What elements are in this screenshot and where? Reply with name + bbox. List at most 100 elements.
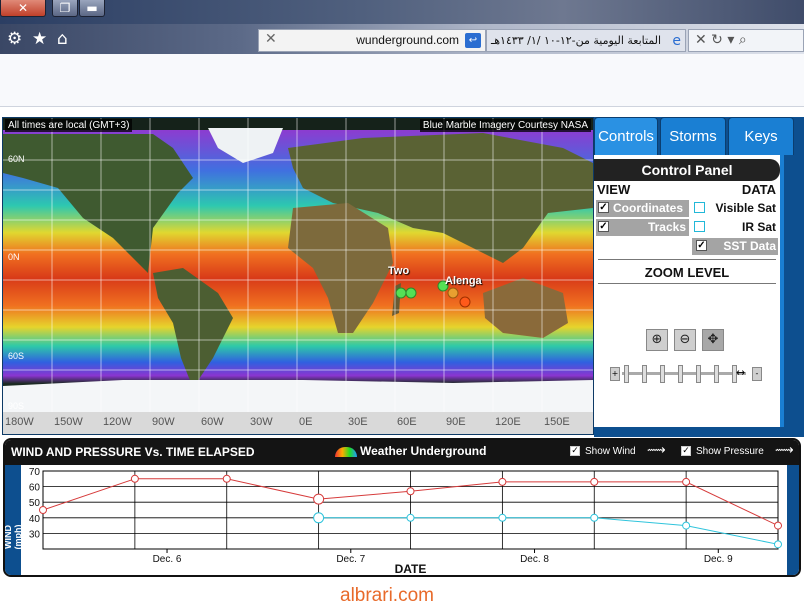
lon-label: 180W xyxy=(5,416,34,428)
x-tick-label: Dec. 8 xyxy=(520,554,549,565)
tab-controls[interactable]: Controls xyxy=(594,117,658,155)
zoom-tick[interactable] xyxy=(696,365,701,383)
tracks-checkbox[interactable]: ✓ xyxy=(598,221,609,232)
pan-icon[interactable]: ✥ xyxy=(702,329,724,351)
lon-label: 120E xyxy=(495,416,521,428)
series-point xyxy=(774,521,782,530)
address-tools[interactable]: ✕ ↻ ▾ ⌕ xyxy=(688,29,804,52)
series-point xyxy=(682,521,691,530)
series-point xyxy=(498,513,507,522)
visible-sat-label: Visible Sat xyxy=(715,201,776,215)
y-tick-label: 30 xyxy=(29,529,41,540)
view-label: VIEW xyxy=(597,182,631,197)
lon-label: 150W xyxy=(54,416,83,428)
y-tick-label: 60 xyxy=(29,483,41,494)
zoom-level-label: ZOOM LEVEL xyxy=(644,265,730,280)
storm-map[interactable]: All times are local (GMT+3) Blue Marble … xyxy=(2,117,594,435)
longitude-axis: 180W 150W 120W 90W 60W 30W 0E 30E 60E 90… xyxy=(3,412,593,434)
sst-toggle[interactable]: ✓ SST Data xyxy=(692,238,778,255)
lon-label: 60E xyxy=(397,416,417,428)
zoom-tick[interactable] xyxy=(642,365,647,383)
sst-checkbox[interactable]: ✓ xyxy=(696,240,707,251)
chart-plot: 30 40 50 60 70 Dec. 6 Dec. 7 Dec. 8 Dec. 9 DATE xyxy=(29,467,782,575)
zoom-slider-track xyxy=(622,372,746,375)
divider xyxy=(598,259,776,260)
gear-icon[interactable]: ⚙ xyxy=(7,28,22,50)
y-tick-label: 40 xyxy=(29,514,41,525)
tracks-toggle[interactable]: ✓ Tracks xyxy=(596,219,689,236)
lon-label: 120W xyxy=(103,416,132,428)
series-point xyxy=(130,474,139,483)
lat-label: 90S xyxy=(8,401,25,411)
control-panel-title: Control Panel xyxy=(594,159,780,181)
zoom-arrows-icon: ↔ xyxy=(736,366,746,379)
zoom-slider[interactable]: + ↔ - xyxy=(610,359,762,387)
lon-label: 90E xyxy=(446,416,466,428)
series-point xyxy=(313,493,325,505)
lon-label: 90W xyxy=(152,416,175,428)
x-axis-label: DATE xyxy=(395,562,427,575)
address-tools-icons[interactable]: ✕ ↻ ▾ ⌕ xyxy=(695,32,747,48)
tab-storms[interactable]: Storms xyxy=(660,117,726,155)
coordinates-label: Coordinates xyxy=(613,201,684,215)
zoom-slider-plus[interactable]: + xyxy=(610,367,620,381)
zoom-tick[interactable] xyxy=(660,365,665,383)
side-panel: Controls Storms Keys Control Panel VIEW … xyxy=(594,117,804,437)
lon-label: 30E xyxy=(348,416,368,428)
series-point xyxy=(406,487,415,496)
storm-label-alenga[interactable]: Alenga xyxy=(445,275,482,287)
control-panel: Control Panel VIEW DATA ✓ Coordinates Vi… xyxy=(594,155,784,427)
series-point xyxy=(313,512,325,524)
zoom-in-icon[interactable]: ⊕ xyxy=(646,329,668,351)
ir-sat-checkbox[interactable] xyxy=(694,221,705,232)
y-tick-label: 70 xyxy=(29,467,41,478)
page-header-strip xyxy=(0,54,804,107)
lon-label: 30W xyxy=(250,416,273,428)
browser-tab-active[interactable]: ✕ wunderground.com ↩ xyxy=(258,29,486,52)
y-tick-label: 50 xyxy=(29,498,41,509)
series-point xyxy=(406,513,415,522)
zoom-out-icon[interactable]: ⊖ xyxy=(674,329,696,351)
tab-title: المتابعة اليومية من-١٢-١٠ /١/ ١٤٣٣هـ xyxy=(491,34,662,47)
visible-sat-toggle[interactable]: Visible Sat xyxy=(692,200,778,217)
ir-sat-label: IR Sat xyxy=(741,220,776,234)
ie-icon: e xyxy=(672,33,681,49)
visible-sat-checkbox[interactable] xyxy=(694,202,705,213)
wind-pressure-chart: WIND AND PRESSURE Vs. TIME ELAPSED Weath… xyxy=(3,438,801,577)
x-tick-label: Dec. 6 xyxy=(153,554,182,565)
map-time-note: All times are local (GMT+3) xyxy=(5,119,133,132)
browser-tab-second[interactable]: المتابعة اليومية من-١٢-١٠ /١/ ١٤٣٣هـ e xyxy=(486,29,686,52)
window-minimize-button[interactable]: ▬ xyxy=(79,0,105,17)
series-point xyxy=(498,477,507,486)
ir-sat-toggle[interactable]: IR Sat xyxy=(692,219,778,236)
series-point xyxy=(590,477,599,486)
star-icon[interactable]: ★ xyxy=(32,28,47,50)
zoom-tick[interactable] xyxy=(714,365,719,383)
series-point xyxy=(774,540,782,549)
lat-label: 60N xyxy=(8,154,25,164)
zoom-tick[interactable] xyxy=(624,365,629,383)
home-icon[interactable]: ⌂ xyxy=(57,28,68,50)
map-graphic xyxy=(3,118,593,414)
tab-title: wunderground.com xyxy=(356,33,459,47)
storm-label-two[interactable]: Two xyxy=(388,265,409,277)
series-point xyxy=(682,477,691,486)
sst-label: SST Data xyxy=(723,239,776,253)
favicon-icon: ↩ xyxy=(465,33,481,48)
zoom-slider-minus[interactable]: - xyxy=(752,367,762,381)
tab-keys[interactable]: Keys xyxy=(728,117,794,155)
coordinates-checkbox[interactable]: ✓ xyxy=(598,202,609,213)
series-point xyxy=(590,513,599,522)
x-tick-label: Dec. 9 xyxy=(704,554,733,565)
watermark-text: albrari.com xyxy=(340,585,434,606)
tab-close-icon[interactable]: ✕ xyxy=(265,31,277,47)
window-close-button[interactable]: ✕ xyxy=(0,0,46,17)
window-titlebar: ✕ ❐ ▬ xyxy=(0,0,804,24)
antarctica xyxy=(3,380,593,414)
window-maximize-button[interactable]: ❐ xyxy=(52,0,78,17)
lon-label: 60W xyxy=(201,416,224,428)
zoom-tick[interactable] xyxy=(678,365,683,383)
data-label: DATA xyxy=(741,182,776,197)
map-credit: Blue Marble Imagery Courtesy NASA xyxy=(419,119,591,132)
coordinates-toggle[interactable]: ✓ Coordinates xyxy=(596,200,689,217)
